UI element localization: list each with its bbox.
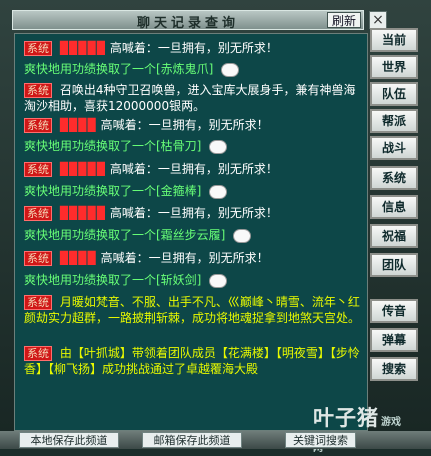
channel-world[interactable]: 世界 (370, 55, 418, 79)
system-tag: 系统 (24, 251, 52, 266)
sender-name: ▉▉▉▉▉ (59, 206, 106, 220)
message-text: 高喊着：一旦拥有，别无所求！ (109, 41, 278, 55)
channel-guild[interactable]: 帮派 (370, 109, 418, 133)
mail-save-button[interactable]: 邮箱保存此频道 (142, 432, 242, 448)
chat-message: 系统 召唤出4种守卫召唤兽，进入宝库大展身手，兼有神兽海淘沙相助，喜获12000… (24, 82, 364, 114)
system-tag: 系统 (24, 162, 52, 177)
chat-message: 爽快地用功绩换取了一个[霜丝步云履] (24, 227, 364, 244)
window-title: 聊天记录查询 (136, 16, 239, 31)
keyword-search-button[interactable]: 关键词搜索 (285, 432, 356, 448)
message-text: 爽快地用功绩换取了一个[枯骨刀] (24, 139, 202, 153)
close-icon[interactable]: × (369, 11, 387, 29)
message-text: 高喊着：一旦拥有，别无所求！ (109, 162, 278, 176)
bottom-toolbar: 本地保存此频道 邮箱保存此频道 关键词搜索 (0, 431, 431, 449)
system-tag: 系统 (24, 118, 52, 133)
chat-message: 爽快地用功绩换取了一个[赤炼鬼爪] (24, 61, 364, 78)
chat-message: 系统 ▉▉▉▉▉ 高喊着：一旦拥有，别无所求！ (24, 161, 364, 178)
emoji-icon (221, 62, 240, 77)
channel-group[interactable]: 团队 (370, 253, 418, 277)
message-text: 爽快地用功绩换取了一个[金箍棒] (24, 184, 202, 198)
sender-name: ▉▉▉▉ (59, 118, 97, 132)
chat-message: 系统 ▉▉▉▉ 高喊着：一旦拥有，别无所求！ (24, 117, 364, 134)
system-tag: 系统 (24, 41, 52, 56)
refresh-button[interactable]: 刷新 (327, 12, 361, 28)
channel-system[interactable]: 系统 (370, 166, 418, 190)
chat-message: 系统 由【叶抓城】带领着团队成员【花满楼】【明夜雪】【步怜香】【柳飞扬】成功挑战… (24, 345, 364, 377)
brand-name: 叶子猪 (313, 406, 379, 430)
system-tag: 系统 (24, 346, 52, 361)
chat-log-panel: 系统 ▉▉▉▉▉ 高喊着：一旦拥有，别无所求！ 爽快地用功绩换取了一个[赤炼鬼爪… (14, 33, 368, 431)
message-text: 爽快地用功绩换取了一个[赤炼鬼爪] (24, 62, 214, 76)
message-text: 爽快地用功绩换取了一个[斩妖剑] (24, 273, 202, 287)
channel-search[interactable]: 搜索 (370, 357, 418, 381)
sender-name: ▉▉▉▉▉ (59, 41, 106, 55)
emoji-icon (209, 139, 228, 154)
sender-name: ▉▉▉▉ (59, 251, 97, 265)
message-text: 月暖如梵音、不服、出手不凡、巛巅峰丶晴雪、流年丶红颜劫实力超群，一路披荆斩棘，成… (24, 295, 361, 325)
message-text: 高喊着：一旦拥有，别无所求！ (109, 206, 278, 220)
channel-current[interactable]: 当前 (370, 28, 418, 52)
message-text: 爽快地用功绩换取了一个[霜丝步云履] (24, 228, 226, 242)
chat-message: 系统 ▉▉▉▉▉ 高喊着：一旦拥有，别无所求！ (24, 40, 364, 57)
chat-message: 系统 ▉▉▉▉▉ 高喊着：一旦拥有，别无所求！ (24, 205, 364, 222)
system-tag: 系统 (24, 295, 52, 310)
chat-message: 爽快地用功绩换取了一个[枯骨刀] (24, 138, 364, 155)
title-bar: 聊天记录查询 刷新 (12, 10, 364, 31)
chat-record-window: 聊天记录查询 刷新 × 系统 ▉▉▉▉▉ 高喊着：一旦拥有，别无所求！ 爽快地用… (0, 0, 431, 454)
chat-message: 爽快地用功绩换取了一个[金箍棒] (24, 183, 364, 200)
message-text: 高喊着：一旦拥有，别无所求！ (100, 118, 269, 132)
message-text: 高喊着：一旦拥有，别无所求！ (100, 251, 269, 265)
channel-blessing[interactable]: 祝福 (370, 224, 418, 248)
emoji-icon (209, 184, 228, 199)
channel-barrage[interactable]: 弹幕 (370, 328, 418, 352)
channel-info[interactable]: 信息 (370, 195, 418, 219)
emoji-icon (233, 228, 252, 243)
local-save-button[interactable]: 本地保存此频道 (19, 432, 119, 448)
emoji-icon (209, 273, 228, 288)
sender-name: ▉▉▉▉▉ (59, 162, 106, 176)
channel-battle[interactable]: 战斗 (370, 136, 418, 160)
message-text: 由【叶抓城】带领着团队成员【花满楼】【明夜雪】【步怜香】【柳飞扬】成功挑战通过了… (24, 346, 360, 376)
message-text: 召唤出4种守卫召唤兽，进入宝库大展身手，兼有神兽海淘沙相助，喜获12000000… (24, 83, 356, 113)
channel-sidebar: 当前 世界 队伍 帮派 战斗 系统 信息 祝福 团队 传音 弹幕 搜索 (370, 28, 420, 423)
channel-whisper[interactable]: 传音 (370, 299, 418, 323)
channel-team[interactable]: 队伍 (370, 82, 418, 106)
system-tag: 系统 (24, 206, 52, 221)
chat-message: 爽快地用功绩换取了一个[斩妖剑] (24, 272, 364, 289)
system-tag: 系统 (24, 83, 52, 98)
chat-message: 系统 月暖如梵音、不服、出手不凡、巛巅峰丶晴雪、流年丶红颜劫实力超群，一路披荆斩… (24, 294, 364, 326)
chat-message: 系统 ▉▉▉▉ 高喊着：一旦拥有，别无所求！ (24, 250, 364, 267)
